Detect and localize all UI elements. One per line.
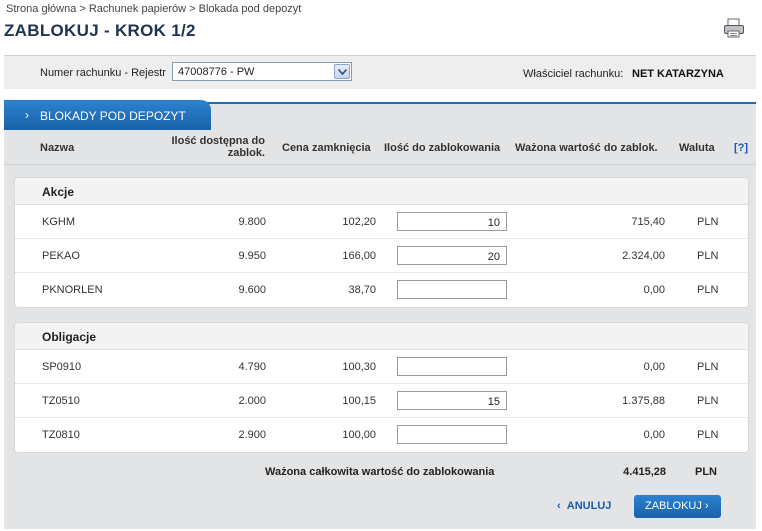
total-label: Ważona całkowita wartość do zablokowania xyxy=(265,466,495,478)
total-value: 4.415,28 xyxy=(623,466,666,478)
table-row: SP0910 4.790 100,30 0,00 PLN xyxy=(15,350,748,384)
section-shares: Akcje KGHM 9.800 102,20 715,40 PLN PEKAO… xyxy=(14,177,749,308)
chevron-left-icon: ‹ xyxy=(557,500,561,512)
col-available: Ilość dostępna do zablok. xyxy=(171,135,265,159)
col-currency: Waluta xyxy=(679,142,715,154)
print-icon[interactable] xyxy=(723,18,745,38)
table-row: TZ0810 2.900 100,00 0,00 PLN xyxy=(15,418,748,452)
row-name: TZ0810 xyxy=(42,429,80,441)
chevron-right-icon: › xyxy=(25,108,29,122)
blockade-panel xyxy=(4,102,756,529)
page-title: ZABLOKUJ - KROK 1/2 xyxy=(4,21,196,40)
qty-input[interactable] xyxy=(397,357,507,376)
table-header: Nazwa Ilość dostępna do zablok. Cena zamk… xyxy=(4,130,756,165)
account-bar: Numer rachunku - Rejestr 47008776 - PW W… xyxy=(4,55,756,89)
block-label: ZABLOKUJ xyxy=(645,500,702,512)
section-bonds: Obligacje SP0910 4.790 100,30 0,00 PLN T… xyxy=(14,322,749,453)
qty-input[interactable] xyxy=(397,280,507,299)
table-row: PKNORLEN 9.600 38,70 0,00 PLN xyxy=(15,273,748,307)
row-name: PKNORLEN xyxy=(42,284,103,296)
owner-name: NET KATARZYNA xyxy=(632,68,724,80)
row-value: 0,00 xyxy=(643,429,665,441)
account-label: Numer rachunku - Rejestr xyxy=(40,67,166,79)
table-row: PEKAO 9.950 166,00 2.324,00 PLN xyxy=(15,239,748,273)
breadcrumb[interactable]: Strona główna > Rachunek papierów > Blok… xyxy=(6,3,301,15)
table-row: TZ0510 2.000 100,15 1.375,88 PLN xyxy=(15,384,748,418)
block-button[interactable]: ZABLOKUJ › xyxy=(634,495,721,518)
row-name: SP0910 xyxy=(42,361,82,373)
row-currency: PLN xyxy=(697,250,719,262)
row-available: 4.790 xyxy=(238,361,266,373)
col-name: Nazwa xyxy=(40,142,75,154)
section-title: Akcje xyxy=(15,178,748,205)
qty-input[interactable] xyxy=(397,212,507,231)
row-available: 9.600 xyxy=(238,284,266,296)
col-weighted-value: Ważona wartość do zablok. xyxy=(515,142,658,154)
chevron-down-icon[interactable] xyxy=(334,64,350,79)
table-row: KGHM 9.800 102,20 715,40 PLN xyxy=(15,205,748,239)
row-price: 102,20 xyxy=(342,216,376,228)
row-currency: PLN xyxy=(697,395,719,407)
row-price: 100,00 xyxy=(342,429,376,441)
row-value: 1.375,88 xyxy=(622,395,665,407)
row-price: 100,30 xyxy=(342,361,376,373)
row-value: 0,00 xyxy=(643,361,665,373)
chevron-right-icon: › xyxy=(704,500,709,512)
account-select-value: 47008776 - PW xyxy=(178,66,255,78)
tab-blockades[interactable]: › BLOKADY POD DEPOZYT xyxy=(4,100,211,130)
col-close-price: Cena zamknięcia xyxy=(282,142,371,154)
row-price: 100,15 xyxy=(342,395,376,407)
qty-input[interactable] xyxy=(397,391,507,410)
tab-label: BLOKADY POD DEPOZYT xyxy=(40,109,186,123)
cancel-button[interactable]: ‹ ANULUJ xyxy=(557,500,611,512)
row-available: 2.900 xyxy=(238,429,266,441)
qty-input[interactable] xyxy=(397,246,507,265)
section-title: Obligacje xyxy=(15,323,748,350)
row-available: 9.950 xyxy=(238,250,266,262)
row-value: 0,00 xyxy=(643,284,665,296)
row-currency: PLN xyxy=(697,361,719,373)
cancel-label: ANULUJ xyxy=(566,500,612,512)
row-name: TZ0510 xyxy=(42,395,80,407)
owner-label: Właściciel rachunku: xyxy=(523,68,624,80)
row-available: 9.800 xyxy=(238,216,266,228)
qty-input[interactable] xyxy=(397,425,507,444)
total-currency: PLN xyxy=(695,466,717,478)
row-available: 2.000 xyxy=(238,395,266,407)
row-price: 38,70 xyxy=(348,284,376,296)
account-select[interactable]: 47008776 - PW xyxy=(172,62,352,81)
row-name: KGHM xyxy=(42,216,75,228)
row-price: 166,00 xyxy=(342,250,376,262)
col-qty-to-block: Ilość do zablokowania xyxy=(384,142,501,154)
row-currency: PLN xyxy=(697,429,719,441)
row-value: 715,40 xyxy=(631,216,665,228)
row-currency: PLN xyxy=(697,284,719,296)
row-currency: PLN xyxy=(697,216,719,228)
help-link[interactable]: [?] xyxy=(734,142,748,154)
row-name: PEKAO xyxy=(42,250,80,262)
row-value: 2.324,00 xyxy=(622,250,665,262)
